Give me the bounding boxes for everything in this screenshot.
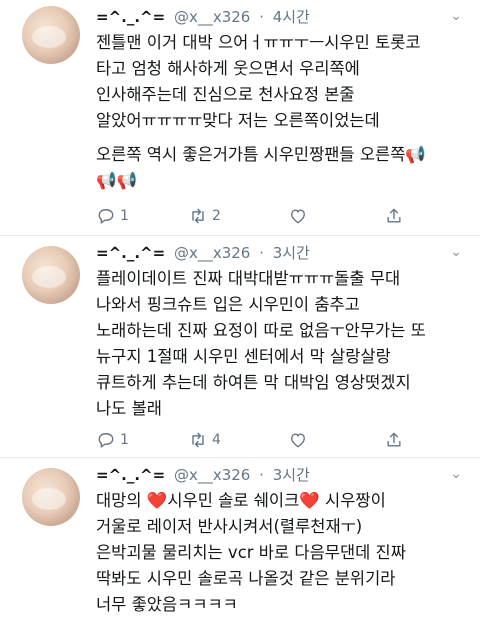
- retweet-icon: [192, 432, 204, 448]
- timestamp[interactable]: 3시간: [273, 466, 310, 484]
- tweet-paragraph: 젠틀맨 이거 대박 으어ㅓㅠㅠㅜㅡ시우민 토롯코 타고 엄청 해사하게 웃으면서…: [96, 33, 421, 130]
- handle[interactable]: @x__x326: [174, 8, 250, 26]
- action-bar: 1 2: [96, 206, 436, 230]
- retweet-button[interactable]: 2: [188, 206, 221, 226]
- display-name[interactable]: =^._.^=: [96, 244, 165, 262]
- timestamp[interactable]: 3시간: [273, 244, 310, 262]
- share-button[interactable]: [384, 430, 404, 450]
- dot-separator: ·: [259, 244, 264, 262]
- tweet[interactable]: =^._.^= @x__x326 · 4시간 ⌄ 젠틀맨 이거 대박 으어ㅓㅠㅠ…: [0, 0, 480, 236]
- reply-button[interactable]: 1: [96, 430, 129, 450]
- retweet-count: 2: [212, 208, 221, 224]
- tweet[interactable]: =^._.^= @x__x326 · 3시간 ⌄ 플레이데이트 진짜 대박대받ㅠ…: [0, 236, 480, 458]
- tweet-header: =^._.^= @x__x326 · 3시간: [96, 465, 310, 485]
- timeline: =^._.^= @x__x326 · 4시간 ⌄ 젠틀맨 이거 대박 으어ㅓㅠㅠ…: [0, 0, 480, 626]
- reply-icon: [98, 433, 114, 448]
- dot-separator: ·: [259, 8, 264, 26]
- chevron-down-icon[interactable]: ⌄: [450, 466, 462, 482]
- reply-count: 1: [120, 208, 129, 224]
- chevron-down-icon[interactable]: ⌄: [450, 8, 462, 24]
- share-button[interactable]: [384, 206, 404, 226]
- share-icon: [387, 208, 401, 223]
- share-icon: [387, 432, 401, 447]
- tweet-paragraph: 오른쪽 역시 좋은거가틈 시우민짱팬들 오른쪽📢 📢📢: [96, 145, 426, 190]
- tweet-paragraph: 대망의 ❤️시우민 솔로 쉐이크❤️ 시우짱이 거울로 레이저 반사시켜서(렬루…: [96, 491, 406, 614]
- avatar[interactable]: [22, 468, 80, 526]
- reply-icon: [98, 209, 114, 224]
- tweet-header: =^._.^= @x__x326 · 4시간: [96, 7, 310, 27]
- display-name[interactable]: =^._.^=: [96, 8, 165, 26]
- tweet-text: 젠틀맨 이거 대박 으어ㅓㅠㅠㅜㅡ시우민 토롯코 타고 엄청 해사하게 웃으면서…: [96, 30, 466, 194]
- retweet-count: 4: [212, 432, 221, 448]
- tweet-text: 플레이데이트 진짜 대박대받ㅠㅠㅠ돌출 무대 나와서 핑크슈트 입은 시우민이 …: [96, 266, 466, 422]
- heart-icon: [291, 433, 305, 448]
- chevron-down-icon[interactable]: ⌄: [450, 244, 462, 260]
- reply-button[interactable]: 1: [96, 206, 129, 226]
- handle[interactable]: @x__x326: [174, 244, 250, 262]
- reply-count: 1: [120, 432, 129, 448]
- avatar[interactable]: [22, 6, 80, 64]
- avatar[interactable]: [22, 246, 80, 304]
- heart-icon: [291, 209, 305, 224]
- tweet-header: =^._.^= @x__x326 · 3시간: [96, 243, 310, 263]
- like-button[interactable]: [288, 430, 312, 450]
- timestamp[interactable]: 4시간: [273, 8, 310, 26]
- retweet-button[interactable]: 4: [188, 430, 221, 450]
- display-name[interactable]: =^._.^=: [96, 466, 165, 484]
- retweet-icon: [192, 208, 204, 224]
- like-button[interactable]: [288, 206, 312, 226]
- action-bar: 1 4: [96, 430, 436, 454]
- tweet-text: 대망의 ❤️시우민 솔로 쉐이크❤️ 시우짱이 거울로 레이저 반사시켜서(렬루…: [96, 488, 466, 618]
- handle[interactable]: @x__x326: [174, 466, 250, 484]
- tweet-paragraph: 플레이데이트 진짜 대박대받ㅠㅠㅠ돌출 무대 나와서 핑크슈트 입은 시우민이 …: [96, 269, 426, 418]
- dot-separator: ·: [259, 466, 264, 484]
- tweet[interactable]: =^._.^= @x__x326 · 3시간 ⌄ 대망의 ❤️시우민 솔로 쉐이…: [0, 458, 480, 626]
